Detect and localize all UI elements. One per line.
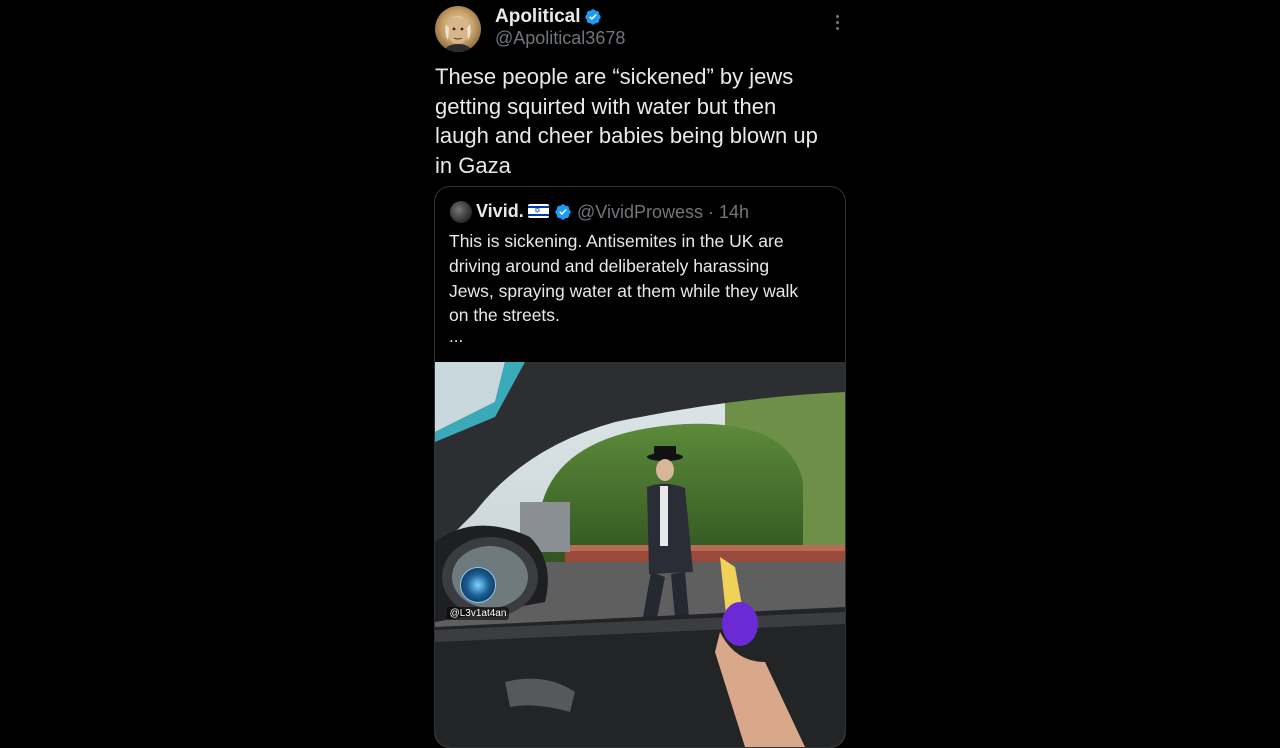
quoted-handle-time[interactable]: @VividProwess · 14h	[577, 202, 749, 223]
quoted-author-avatar[interactable]	[450, 201, 472, 223]
author-handle[interactable]: @Apolitical3678	[495, 28, 625, 49]
avatar-portrait-icon	[443, 16, 473, 52]
verified-badge-icon	[585, 9, 601, 25]
quoted-tweet[interactable]: Vivid. ✡ @VividProwess · 14h This is sic…	[434, 186, 846, 748]
author-avatar[interactable]	[435, 6, 481, 52]
quoted-video[interactable]: @L3v1at4an	[435, 362, 845, 747]
israel-flag-icon: ✡	[528, 204, 549, 218]
video-frame	[435, 362, 845, 747]
quoted-verified-badge-icon	[555, 204, 571, 220]
watermark-text: @L3v1at4an	[446, 607, 510, 620]
author-display-name[interactable]: Apolitical	[495, 6, 581, 28]
tweet-header: Apolitical @Apolitical3678	[434, 5, 846, 53]
quoted-display-name[interactable]: Vivid.	[476, 201, 524, 222]
quoted-tweet-text: This is sickening. Antisemites in the UK…	[449, 231, 799, 326]
tweet-text: These people are “sickened” by jews gett…	[435, 64, 818, 178]
more-vertical-icon[interactable]	[836, 15, 840, 31]
watermark-logo-icon	[460, 567, 496, 603]
show-more-ellipsis[interactable]: ...	[449, 327, 463, 347]
video-watermark: @L3v1at4an	[443, 567, 513, 621]
tweet[interactable]: Apolitical @Apolitical3678 These people …	[434, 0, 846, 748]
